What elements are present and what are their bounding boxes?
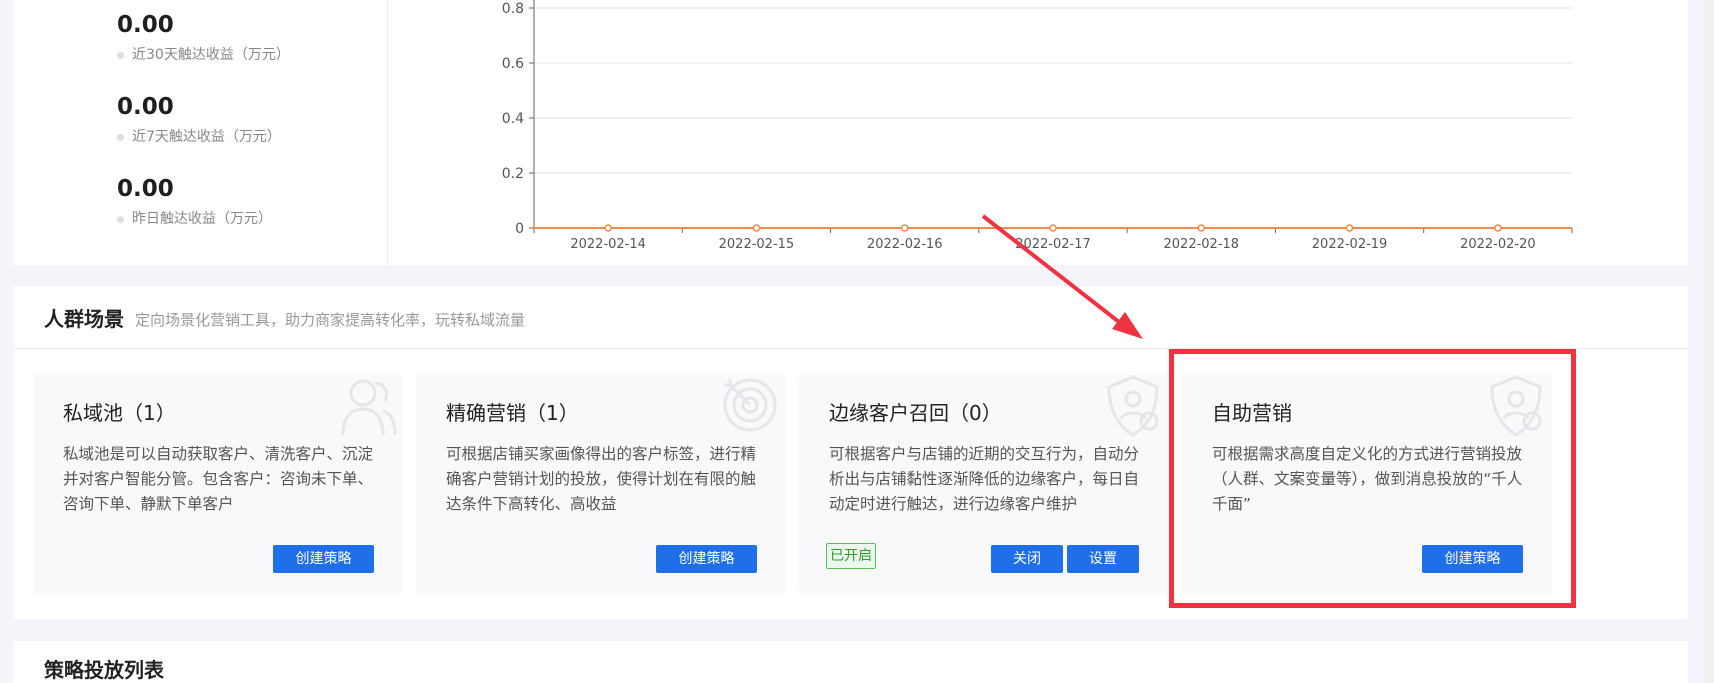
stat-value: 0.00 — [117, 94, 174, 120]
stat-label-text: 昨日触达收益（万元） — [132, 211, 272, 227]
stat-30-days: 0.00 近30天触达收益（万元） — [117, 11, 290, 65]
list-title: 策略投放列表 — [44, 658, 164, 682]
stat-value: 0.00 — [117, 176, 174, 202]
settings-button[interactable]: 设置 — [1067, 545, 1139, 573]
target-icon — [723, 378, 777, 432]
card-title: 自助营销 — [1212, 401, 1292, 425]
close-button[interactable]: 关闭 — [991, 545, 1063, 573]
stat-label: 近7天触达收益（万元） — [117, 127, 281, 147]
stat-label-text: 近30天触达收益（万元） — [132, 47, 290, 63]
card-self-service-marketing: 自助营销 可根据需求高度自定义化的方式进行营销投放（人群、文案变量等），做到消息… — [1182, 375, 1552, 593]
shield-user-icon — [1107, 375, 1159, 437]
data-point — [1345, 224, 1354, 232]
strategy-list-panel: 策略投放列表 — [14, 641, 1688, 683]
data-point — [900, 224, 909, 232]
dot-icon — [117, 216, 124, 223]
page-scrollbar[interactable] — [1704, 0, 1714, 683]
card-description: 可根据客户与店铺的近期的交互行为，自动分析出与店铺黏性逐渐降低的边缘客户，每日自… — [829, 445, 1140, 513]
revenue-line-chart: 0 0.2 0.4 0.6 0.8 2022-02-14 2022-02-15 2022-02… — [502, 0, 1573, 252]
card-description: 可根据需求高度自定义化的方式进行营销投放（人群、文案变量等），做到消息投放的“千… — [1212, 445, 1523, 513]
shield-user-icon — [1490, 375, 1542, 437]
data-point — [752, 224, 761, 232]
card-title: 私域池（1） — [63, 401, 176, 425]
y-tick-label: 0 — [515, 221, 524, 237]
status-badge: 已开启 — [826, 543, 876, 569]
y-tick-label: 0.6 — [502, 56, 524, 72]
create-strategy-button[interactable]: 创建策略 — [1422, 545, 1523, 573]
data-point — [1197, 224, 1206, 232]
create-strategy-button[interactable]: 创建策略 — [273, 545, 374, 573]
card-edge-customer-recall: 边缘客户召回（0） 可根据客户与店铺的近期的交互行为，自动分析出与店铺黏性逐渐降… — [799, 375, 1169, 593]
stat-label-text: 近7天触达收益（万元） — [132, 129, 281, 145]
x-tick-label: 2022-02-17 — [1015, 237, 1091, 252]
create-strategy-button[interactable]: 创建策略 — [656, 545, 757, 573]
x-tick-label: 2022-02-16 — [867, 237, 943, 252]
x-tick-label: 2022-02-15 — [719, 237, 795, 252]
scene-header: 人群场景 定向场景化营销工具，助力商家提高转化率，玩转私域流量 — [14, 286, 1688, 349]
scene-subtitle: 定向场景化营销工具，助力商家提高转化率，玩转私域流量 — [135, 311, 526, 329]
revenue-panel: 0.00 近30天触达收益（万元） 0.00 近7天触达收益（万元） 0.00 … — [14, 0, 1688, 265]
y-tick-label: 0.2 — [502, 166, 524, 182]
scene-title: 人群场景 — [44, 307, 124, 331]
card-description: 可根据店铺买家画像得出的客户标签，进行精确客户营销计划的投放，使得计划在有限的触… — [446, 445, 757, 513]
x-tick-label: 2022-02-14 — [570, 237, 646, 252]
audience-scene-panel: 人群场景 定向场景化营销工具，助力商家提高转化率，玩转私域流量 私域池（1） 私… — [14, 286, 1688, 619]
stat-7-days: 0.00 近7天触达收益（万元） — [117, 93, 281, 147]
dot-icon — [117, 134, 124, 141]
data-point — [1494, 224, 1502, 232]
stat-label: 近30天触达收益（万元） — [117, 45, 290, 65]
card-title: 边缘客户召回（0） — [829, 401, 1002, 425]
data-point — [1049, 224, 1057, 232]
x-tick-label: 2022-02-20 — [1460, 237, 1536, 252]
stat-label: 昨日触达收益（万元） — [117, 209, 272, 229]
users-icon — [341, 379, 397, 436]
x-tick-label: 2022-02-19 — [1312, 237, 1388, 252]
revenue-stats: 0.00 近30天触达收益（万元） 0.00 近7天触达收益（万元） 0.00 … — [14, 0, 388, 265]
stat-value: 0.00 — [117, 12, 174, 38]
card-title: 精确营销（1） — [446, 401, 579, 425]
y-tick-label: 0.8 — [502, 1, 524, 17]
card-description: 私域池是可以自动获取客户、清洗客户、沉淀并对客户智能分管。包含客户：咨询未下单、… — [63, 445, 374, 513]
stat-yesterday: 0.00 昨日触达收益（万元） — [117, 175, 272, 229]
dot-icon — [117, 52, 124, 59]
y-tick-label: 0.4 — [502, 111, 524, 127]
card-precise-marketing: 精确营销（1） 可根据店铺买家画像得出的客户标签，进行精确客户营销计划的投放，使… — [416, 375, 786, 593]
data-point — [604, 224, 612, 232]
card-private-pool: 私域池（1） 私域池是可以自动获取客户、清洗客户、沉淀并对客户智能分管。包含客户… — [33, 375, 403, 593]
x-tick-label: 2022-02-18 — [1164, 237, 1240, 252]
